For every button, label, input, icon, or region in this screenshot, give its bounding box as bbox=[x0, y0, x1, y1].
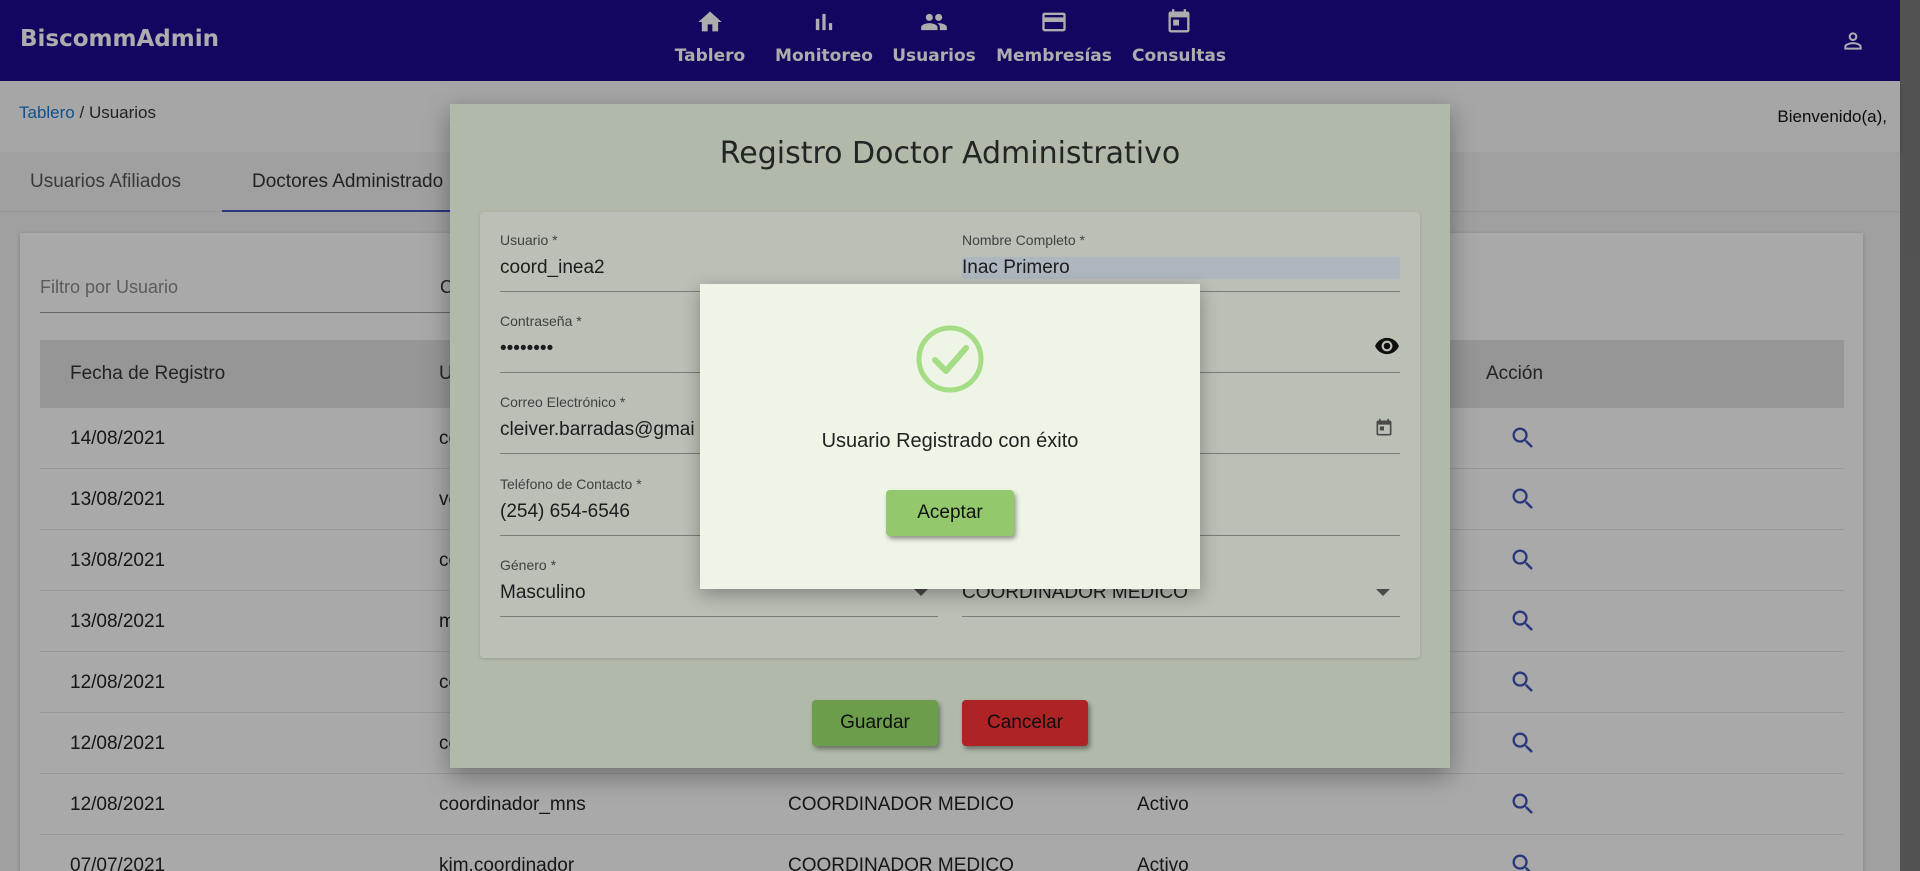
success-message: Usuario Registrado con éxito bbox=[821, 430, 1079, 452]
success-check-icon bbox=[916, 325, 984, 393]
accept-button[interactable]: Aceptar bbox=[886, 490, 1014, 536]
success-modal: Usuario Registrado con éxito Aceptar bbox=[700, 284, 1200, 589]
